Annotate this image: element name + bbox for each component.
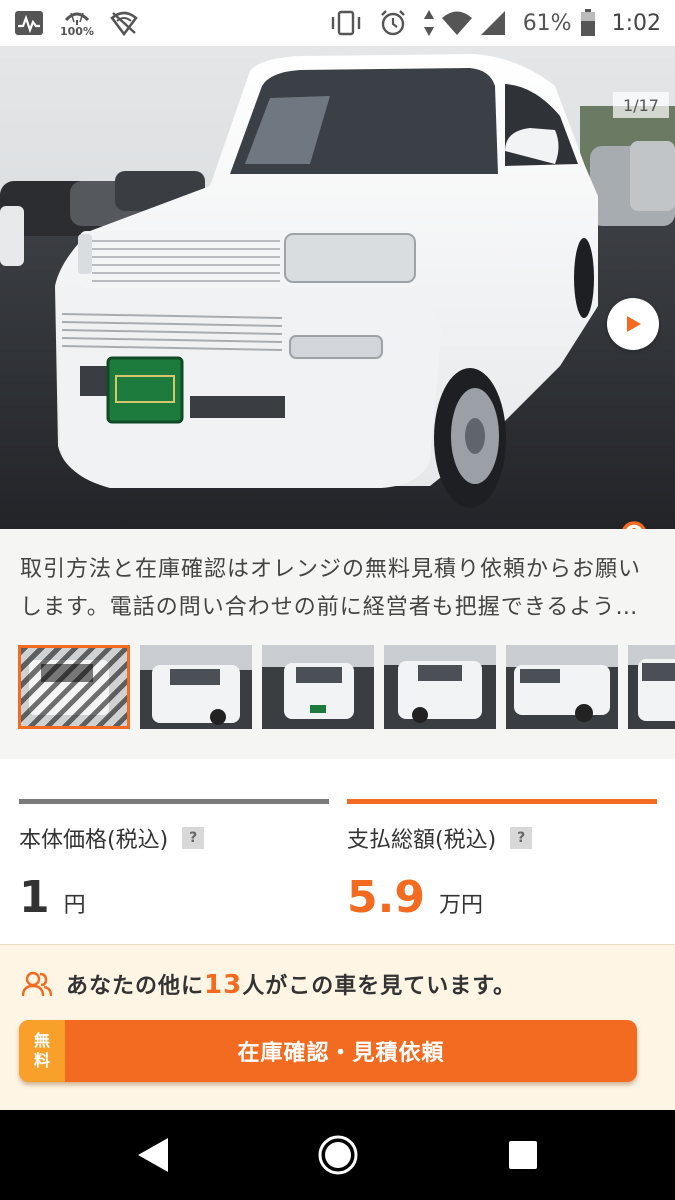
- thumbnail-strip: [18, 645, 675, 731]
- photo-counter: 1/17: [613, 92, 669, 118]
- status-bar-right: 61% 1:02: [329, 9, 661, 37]
- inquiry-button-label: 在庫確認・見積依頼: [237, 1041, 445, 1066]
- zoom-button[interactable]: [616, 516, 660, 529]
- zoom-in-icon: [622, 521, 646, 529]
- description-text[interactable]: 取引方法と在庫確認はオレンジの無料見積り依頼からお願いします。電話の問い合わせの…: [20, 551, 660, 627]
- body-price-unit: 円: [63, 893, 86, 918]
- viewer-count: 13: [204, 970, 243, 1000]
- body-price-bar: [19, 799, 329, 804]
- battery-percent: 61%: [522, 10, 572, 36]
- cta-panel: あなたの他に13人がこの車を見ています。 無 料 在庫確認・見積依頼: [0, 944, 675, 1110]
- total-price-bar: [347, 799, 657, 804]
- home-icon: [318, 1135, 357, 1175]
- total-price-unit: 万円: [438, 893, 483, 918]
- total-price-label: 支払総額(税込): [347, 828, 497, 853]
- recents-button[interactable]: [493, 1125, 553, 1185]
- body-price-help-icon[interactable]: ?: [182, 827, 205, 849]
- viewer-prefix: あなたの他に: [66, 974, 205, 999]
- play-icon: [627, 316, 641, 332]
- viewer-notice: あなたの他に13人がこの車を見ています。: [22, 968, 516, 1000]
- data-arrows-icon: [423, 9, 435, 37]
- inquiry-button[interactable]: 無 料 在庫確認・見積依頼: [19, 1020, 637, 1082]
- thumbnail-2[interactable]: [140, 645, 252, 729]
- back-icon: [137, 1138, 168, 1172]
- thumbnail-3[interactable]: [262, 645, 374, 729]
- next-photo-button[interactable]: [607, 298, 659, 350]
- recents-icon: [508, 1141, 537, 1169]
- free-badge-line1: 無: [33, 1031, 50, 1050]
- main-photo[interactable]: 1/17: [0, 46, 675, 529]
- body-price-value: 1: [19, 872, 50, 923]
- viewer-text: あなたの他に13人がこの車を見ています。: [66, 968, 516, 1000]
- signal-icon: [479, 10, 507, 36]
- app-screen: 100% 61% 1:02 1/17 取引方法と在庫確認はオレンジの無料見積り依…: [0, 0, 675, 1200]
- back-button[interactable]: [123, 1125, 183, 1185]
- vibrate-icon: [329, 10, 363, 36]
- selected-overlay: [21, 648, 127, 726]
- body-price-label: 本体価格(税込): [19, 828, 169, 853]
- body-price: 本体価格(税込) ? 1 円: [19, 799, 329, 923]
- thumbnail-4[interactable]: [384, 645, 496, 729]
- viewer-suffix: 人がこの車を見ています。: [242, 974, 517, 999]
- battery-saver-label: 100%: [60, 24, 94, 38]
- vpn-shield-icon: [110, 9, 138, 37]
- navigation-bar: [0, 1110, 675, 1200]
- home-button[interactable]: [308, 1125, 368, 1185]
- alarm-icon: [379, 9, 407, 37]
- car-photo: [0, 46, 675, 529]
- wifi-icon: [441, 10, 473, 36]
- price-section: 本体価格(税込) ? 1 円 支払総額(税込) ? 5.9 万円: [0, 759, 675, 944]
- status-bar-left: 100%: [14, 9, 138, 37]
- total-price: 支払総額(税込) ? 5.9 万円: [347, 799, 657, 923]
- total-price-value: 5.9: [347, 872, 425, 923]
- free-badge-line2: 料: [33, 1051, 50, 1070]
- thumbnail-6[interactable]: [628, 645, 675, 729]
- battery-icon: [580, 9, 596, 37]
- status-bar: 100% 61% 1:02: [0, 0, 675, 46]
- thumbnail-1[interactable]: [18, 645, 130, 729]
- clock: 1:02: [611, 10, 661, 36]
- thumbnail-5[interactable]: [506, 645, 618, 729]
- divider: [0, 944, 675, 945]
- battery-saver-icon: 100%: [60, 10, 94, 37]
- description-section: 取引方法と在庫確認はオレンジの無料見積り依頼からお願いします。電話の問い合わせの…: [0, 529, 675, 759]
- free-badge: 無 料: [19, 1020, 65, 1082]
- total-price-help-icon[interactable]: ?: [510, 827, 533, 849]
- activity-icon: [14, 10, 44, 36]
- users-icon: [22, 971, 52, 997]
